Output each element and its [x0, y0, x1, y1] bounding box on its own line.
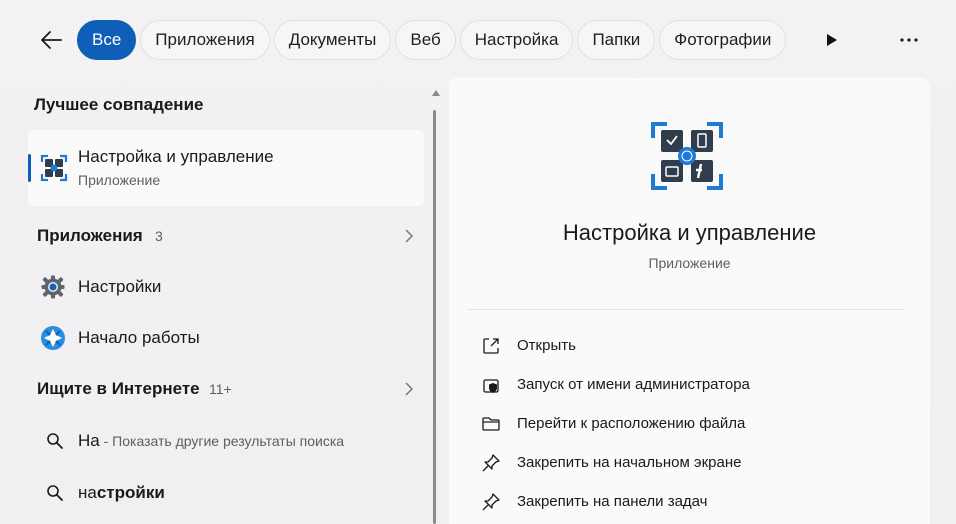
best-match-subtitle: Приложение — [78, 172, 161, 188]
action-open[interactable]: Открыть — [467, 328, 907, 364]
get-started-icon — [41, 326, 65, 350]
scroll-thumb[interactable] — [433, 110, 436, 524]
best-match-item[interactable]: Настройка и управление Приложение — [28, 130, 424, 206]
chip-settings[interactable]: Настройка — [459, 20, 574, 60]
results-list: Лучшее совпадение Настройка и управление… — [0, 80, 436, 524]
chip-web[interactable]: Веб — [395, 20, 456, 60]
arrow-left-icon — [41, 31, 62, 49]
web-result-query: На — [78, 431, 100, 450]
detail-title: Настройка и управление — [562, 220, 817, 245]
more-options-button[interactable] — [892, 26, 926, 54]
detail-subtitle: Приложение — [648, 255, 731, 271]
action-label: Открыть — [517, 337, 576, 354]
folder-icon — [482, 417, 500, 431]
admin-shield-icon — [483, 379, 499, 393]
detail-pane: Настройка и управление Приложение Открыт… — [449, 78, 930, 524]
ecm-app-icon — [40, 154, 68, 182]
pin-icon — [482, 493, 500, 511]
selection-indicator — [28, 154, 31, 182]
web-result-query-bold: стройки — [96, 483, 165, 502]
web-result-item[interactable]: На - Показать другие результаты поиска — [28, 421, 424, 461]
action-pin-start[interactable]: Закрепить на начальном экране — [467, 445, 907, 481]
web-group-count: 11+ — [209, 381, 232, 397]
action-label: Запуск от имени администратора — [517, 376, 750, 393]
action-label: Закрепить на начальном экране — [517, 454, 742, 471]
web-result-query: на — [78, 483, 97, 502]
more-icon — [900, 38, 918, 42]
filter-chips: Все Приложения Документы Веб Настройка П… — [77, 20, 787, 60]
chevron-right-icon — [405, 382, 414, 396]
app-item-label: Начало работы — [78, 328, 200, 347]
web-result-hint: - Показать другие результаты поиска — [99, 433, 345, 449]
divider — [467, 309, 903, 310]
action-open-file-location[interactable]: Перейти к расположению файла — [467, 406, 907, 442]
action-label: Перейти к расположению файла — [517, 415, 746, 432]
scroll-up-arrow[interactable] — [432, 90, 440, 96]
settings-gear-icon — [41, 275, 65, 299]
web-result-item[interactable]: настройки — [28, 473, 424, 513]
apps-group-count: 3 — [155, 228, 163, 244]
best-match-title: Настройка и управление — [78, 147, 274, 166]
search-icon — [47, 485, 63, 501]
app-item-label: Настройки — [78, 277, 162, 296]
app-item-settings[interactable]: Настройки — [28, 265, 424, 309]
chip-all[interactable]: Все — [77, 20, 137, 60]
action-pin-taskbar[interactable]: Закрепить на панели задач — [467, 484, 907, 520]
more-filters-button[interactable] — [818, 26, 846, 54]
web-group-label: Ищите в Интернете — [37, 379, 200, 398]
web-group-header[interactable]: Ищите в Интернете 11+ — [28, 371, 424, 407]
app-item-get-started[interactable]: Начало работы — [28, 316, 424, 360]
chevron-right-icon — [405, 229, 414, 243]
apps-group-header[interactable]: Приложения 3 — [28, 218, 424, 254]
action-label: Закрепить на панели задач — [517, 493, 708, 510]
apps-group-label: Приложения — [37, 226, 143, 245]
action-run-as-admin[interactable]: Запуск от имени администратора — [467, 367, 907, 403]
pin-icon — [482, 454, 500, 472]
chip-apps[interactable]: Приложения — [140, 20, 270, 60]
chip-folders[interactable]: Папки — [577, 20, 656, 60]
back-button[interactable] — [34, 24, 68, 56]
play-icon — [827, 34, 837, 46]
search-filter-bar: Все Приложения Документы Веб Настройка П… — [0, 0, 956, 80]
ecm-app-icon — [651, 122, 723, 190]
open-external-icon — [483, 338, 499, 354]
best-match-header: Лучшее совпадение — [34, 95, 204, 114]
search-icon — [47, 433, 63, 449]
chip-documents[interactable]: Документы — [273, 20, 392, 60]
chip-photos[interactable]: Фотографии — [659, 20, 787, 60]
results-scrollbar[interactable] — [430, 88, 442, 524]
